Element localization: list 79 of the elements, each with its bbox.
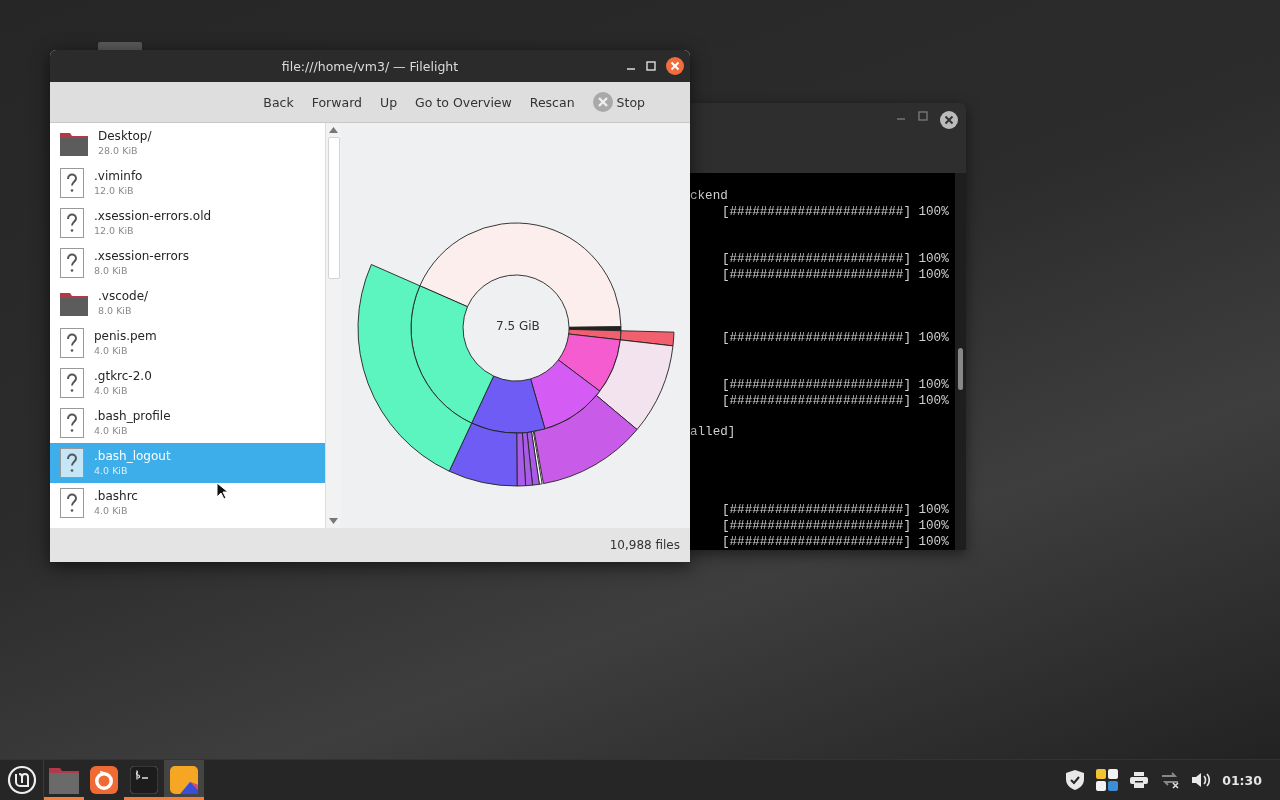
- file-name: penis.pem: [94, 329, 157, 344]
- progress-line: [#######################] 100%: [721, 534, 950, 550]
- unknown-file-icon: [60, 488, 84, 518]
- file-size: 4.0 KiB: [94, 384, 129, 397]
- terminal-icon: [130, 766, 158, 794]
- scrollbar-thumb[interactable]: [958, 348, 963, 390]
- shield-icon[interactable]: [1066, 770, 1085, 790]
- sunburst-segment[interactable]: [619, 329, 675, 346]
- folder-icon: [60, 290, 88, 316]
- toolbar-button[interactable]: Forward: [304, 90, 369, 114]
- file-size: 4.0 KiB: [94, 464, 129, 477]
- unknown-file-icon: [60, 328, 84, 358]
- mint-logo-icon: [6, 765, 37, 795]
- file-name: .gtkrc-2.0: [94, 369, 152, 384]
- clock[interactable]: 01:30: [1222, 772, 1262, 788]
- file-size: 4.0 KiB: [94, 424, 129, 437]
- progress-line: [#######################] 100%: [721, 392, 950, 409]
- sunburst-segment[interactable]: [471, 375, 546, 433]
- file-size: 28.0 KiB: [98, 144, 139, 157]
- sunburst-segment[interactable]: [533, 394, 638, 484]
- file-size: 4.0 KiB: [94, 344, 129, 357]
- progress-line: [#######################] 100%: [721, 251, 950, 267]
- sunburst-segment[interactable]: [410, 284, 495, 424]
- unknown-file-icon: [60, 368, 84, 398]
- progress-line: [#######################] 100%: [721, 518, 950, 534]
- file-name: .bash_logout: [94, 449, 171, 464]
- file-name: .viminfo: [94, 169, 143, 184]
- file-name: .xsession-errors.old: [94, 209, 212, 224]
- terminal-line: ckend: [690, 188, 729, 204]
- toolbar-button[interactable]: Up: [373, 90, 405, 114]
- sunburst-segment[interactable]: [557, 333, 621, 392]
- progress-line: [#######################] 100%: [721, 502, 950, 518]
- close-icon[interactable]: [940, 111, 958, 129]
- file-size: 8.0 KiB: [94, 264, 129, 277]
- unknown-file-icon: [60, 408, 84, 438]
- file-size: 4.0 KiB: [94, 504, 129, 517]
- scrollbar[interactable]: [955, 173, 966, 550]
- volume-icon[interactable]: [1192, 772, 1211, 788]
- progress-line: [#######################] 100%: [721, 329, 950, 346]
- scroll-up-icon[interactable]: [329, 127, 338, 133]
- network-disconnected-icon[interactable]: [1160, 771, 1181, 789]
- toolbar-button[interactable]: Go to Overview: [408, 90, 519, 114]
- toolbar-button[interactable]: Back: [256, 90, 301, 114]
- close-icon[interactable]: [666, 57, 684, 75]
- stop-button[interactable]: Stop: [585, 88, 652, 116]
- printer-icon[interactable]: [1130, 772, 1149, 788]
- unknown-file-icon: [60, 208, 84, 238]
- file-name: .vscode/: [98, 289, 149, 304]
- toolbar-button[interactable]: Rescan: [522, 90, 582, 114]
- update-manager-icon[interactable]: [1096, 769, 1119, 791]
- file-size: 8.0 KiB: [98, 304, 133, 317]
- scroll-down-icon[interactable]: [329, 518, 338, 524]
- sunburst-segment[interactable]: [530, 358, 601, 429]
- file-name: Desktop/: [98, 129, 152, 144]
- file-name: .xsession-errors: [94, 249, 189, 264]
- mouse-cursor-icon: [216, 482, 228, 500]
- progress-line: [#######################] 100%: [721, 267, 950, 283]
- scrollbar[interactable]: [325, 123, 341, 528]
- filelight-icon: [170, 766, 198, 794]
- sunburst-segment[interactable]: [448, 422, 518, 486]
- progress-line: [#######################] 100%: [721, 376, 950, 393]
- file-name: .bashrc: [94, 489, 138, 504]
- file-count: 10,988 files: [609, 538, 680, 552]
- terminal-line: alled]: [690, 424, 737, 440]
- browser-icon: [90, 766, 118, 794]
- progress-line: [#######################] 100%: [721, 204, 950, 220]
- total-size: 7.5 GiB: [496, 319, 540, 333]
- file-name: .bash_profile: [94, 409, 171, 424]
- file-size: 12.0 KiB: [94, 224, 135, 237]
- stop-icon: [592, 92, 613, 112]
- scrollbar-thumb[interactable]: [327, 137, 340, 279]
- unknown-file-icon: [60, 248, 84, 278]
- unknown-file-icon: [60, 168, 84, 198]
- unknown-file-icon: [60, 448, 84, 478]
- folder-icon: [60, 130, 88, 156]
- file-size: 12.0 KiB: [94, 184, 135, 197]
- sunburst-segment[interactable]: [595, 338, 674, 430]
- window-title: file:///home/vm3/ — Filelight: [281, 58, 459, 74]
- folder-icon: [49, 766, 79, 794]
